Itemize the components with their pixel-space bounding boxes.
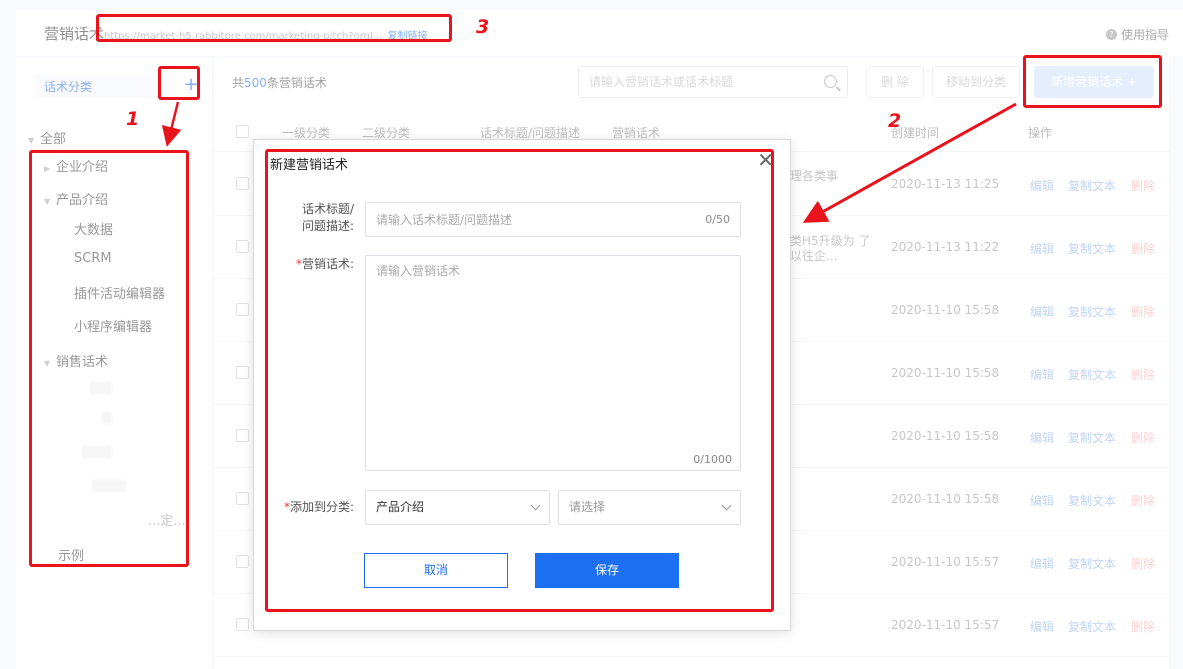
annotation-box-1a <box>158 66 200 100</box>
annotation-box-3 <box>96 14 452 42</box>
page: 营销话术 https://market-h5.rabbitpre.com/mar… <box>0 0 1183 669</box>
annotation-box-2 <box>1023 55 1162 108</box>
annotation-box-modal <box>265 149 774 612</box>
annotation-box-1 <box>29 150 189 567</box>
annotation-number-2: 2 <box>888 110 902 132</box>
annotation-number-3: 3 <box>476 16 490 38</box>
annotation-number-1: 1 <box>126 108 140 130</box>
